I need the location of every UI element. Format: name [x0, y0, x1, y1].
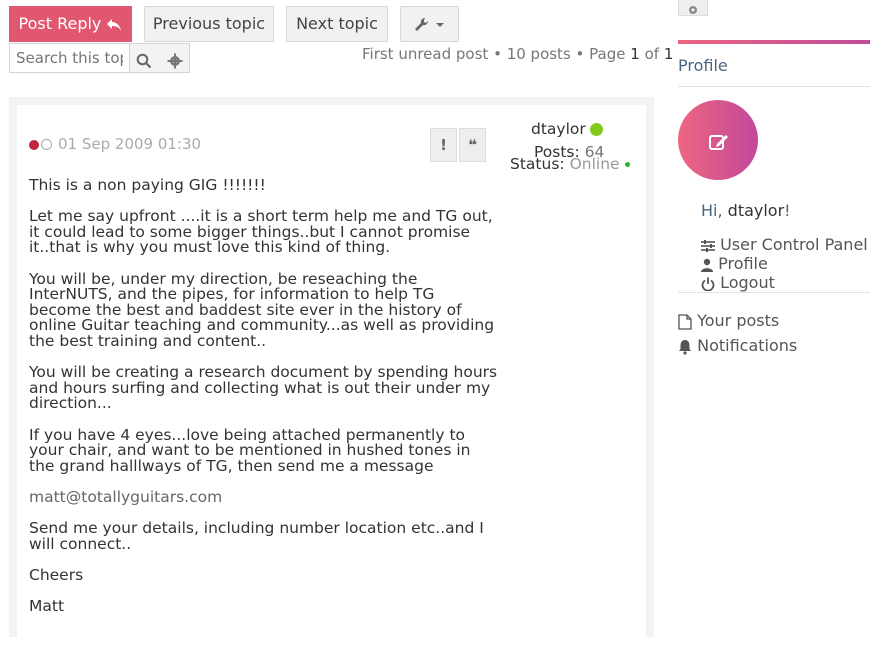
- quote-button[interactable]: ❝: [459, 128, 486, 162]
- greeting-exclaim: !: [784, 201, 791, 220]
- sliders-icon: [701, 235, 720, 254]
- your-posts-label: Your posts: [697, 311, 780, 330]
- post-date: 01 Sep 2009 01:30: [58, 135, 202, 153]
- divider: [678, 86, 870, 87]
- quote-icon: ❝: [468, 136, 477, 154]
- post-count: 10 posts: [506, 45, 571, 63]
- post-paragraph: You will be creating a research document…: [29, 363, 498, 413]
- edit-icon: [709, 131, 729, 151]
- first-unread-link[interactable]: First unread post: [362, 45, 488, 63]
- search-topic-input[interactable]: [10, 44, 130, 72]
- post-paragraph: Send me your details, including number l…: [29, 519, 484, 553]
- file-icon: [678, 311, 697, 330]
- email-link[interactable]: matt@totallyguitars.com: [29, 489, 499, 506]
- notifications-label: Notifications: [697, 336, 798, 355]
- greeting-username[interactable]: dtaylor: [728, 201, 785, 220]
- report-button[interactable]: !: [430, 128, 457, 162]
- profile-label: Profile: [718, 254, 768, 273]
- sidebar-accent-bar: [678, 40, 870, 44]
- post-paragraph: Matt: [29, 597, 65, 616]
- clock-icon: [41, 139, 52, 150]
- power-icon: [701, 273, 720, 292]
- gear-icon[interactable]: [167, 50, 183, 69]
- caret-down-icon: [435, 14, 445, 33]
- logout-label: Logout: [720, 273, 775, 292]
- sidebar: Profile Hi, dtaylor! User Control Panel …: [678, 0, 870, 621]
- topic-tools-dropdown[interactable]: [400, 6, 459, 42]
- post-paragraph: You will be, under my direction, be rese…: [29, 269, 495, 350]
- post: 01 Sep 2009 01:30 ! ❝ This is a non payi…: [17, 105, 646, 645]
- post-reply-button[interactable]: Post Reply: [9, 6, 132, 42]
- greeting-hi: Hi,: [701, 201, 723, 220]
- post-reply-label: Post Reply: [18, 14, 102, 33]
- notifications-link[interactable]: Notifications: [678, 336, 797, 355]
- next-topic-button[interactable]: Next topic: [286, 6, 388, 42]
- user-icon: [701, 254, 718, 273]
- pagination-summary: First unread post • 10 posts • Page 1 of…: [362, 45, 674, 63]
- ucp-label: User Control Panel: [720, 235, 868, 254]
- reply-arrow-icon: [106, 14, 122, 33]
- post-paragraph: If you have 4 eyes...love being attached…: [29, 425, 471, 475]
- post-paragraph: Let me say upfront ....it is a short ter…: [29, 207, 493, 257]
- avatar[interactable]: [678, 100, 758, 180]
- page-total: 1: [663, 45, 674, 63]
- previous-topic-label: Previous topic: [152, 14, 266, 33]
- divider: [678, 292, 870, 293]
- post-container: 01 Sep 2009 01:30 ! ❝ This is a non payi…: [9, 97, 654, 645]
- page-label: Page: [589, 45, 626, 63]
- gear-icon: [686, 0, 700, 18]
- post-content: This is a non paying GIG !!!!!!! Let me …: [29, 176, 499, 630]
- exclamation-icon: !: [440, 136, 447, 154]
- user-control-panel-link[interactable]: User Control Panel: [701, 235, 868, 254]
- your-posts-link[interactable]: Your posts: [678, 311, 779, 330]
- post-meta: 01 Sep 2009 01:30: [29, 135, 201, 153]
- online-dot-icon: [624, 162, 630, 167]
- status-value: Online: [569, 155, 620, 173]
- logout-link[interactable]: Logout: [701, 273, 775, 292]
- status-label: Status:: [510, 155, 565, 173]
- unread-post-icon[interactable]: [29, 139, 39, 150]
- sidebar-title: Profile: [678, 56, 728, 75]
- post-paragraph: This is a non paying GIG !!!!!!!: [29, 176, 266, 194]
- search-icon[interactable]: [136, 50, 152, 69]
- post-paragraph: Cheers: [29, 565, 84, 584]
- author-name[interactable]: dtaylor: [531, 120, 586, 138]
- profile-link[interactable]: Profile: [701, 254, 768, 273]
- next-topic-label: Next topic: [296, 14, 378, 33]
- topic-search-form: [9, 43, 190, 73]
- sidebar-settings-button[interactable]: [678, 0, 708, 16]
- greeting: Hi, dtaylor!: [701, 201, 791, 220]
- wrench-icon: [414, 14, 435, 33]
- page-current: 1: [630, 45, 640, 63]
- page-of: of: [644, 45, 660, 63]
- online-indicator-icon: [589, 123, 603, 136]
- previous-topic-button[interactable]: Previous topic: [144, 6, 274, 42]
- bell-icon: [678, 336, 697, 355]
